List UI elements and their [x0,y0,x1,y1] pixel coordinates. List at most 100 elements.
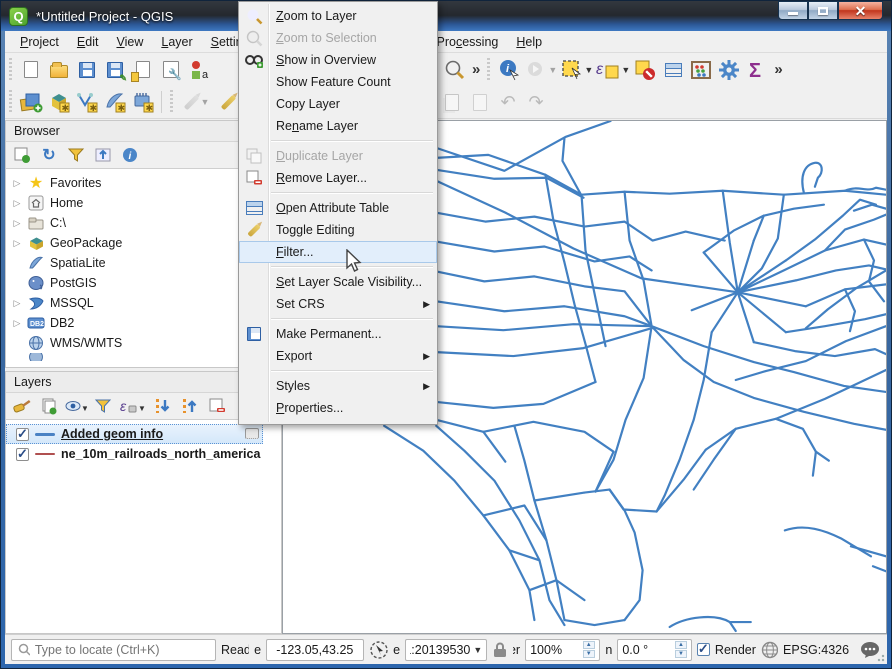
new-geopackage-layer-button[interactable]: ✱ [45,88,73,116]
spin-buttons[interactable]: ▲▼ [583,641,595,658]
ctx-toggle-editing[interactable]: Toggle Editing [239,219,437,241]
coordinate-box[interactable]: -123.05,43.25 [266,639,363,661]
ctx-copy-layer[interactable]: Copy Layer [239,93,437,115]
statistical-summary-button[interactable] [687,56,715,84]
close-button[interactable]: ✕ [838,1,883,20]
ctx-rename-layer[interactable]: Rename Layer [239,115,437,137]
filter-legend-button[interactable] [91,395,115,417]
toolbar-grip[interactable] [168,90,176,114]
expander-icon[interactable]: ▷ [12,318,22,329]
layer-row-railroads[interactable]: ne_10m_railroads_north_america [6,444,281,464]
ctx-make-permanent[interactable]: Make Permanent... [239,323,437,345]
ctx-set-crs[interactable]: Set CRS ▶ [239,293,437,315]
new-virtual-layer-button[interactable]: ✱ [129,88,157,116]
rotation-spinbox[interactable]: 0.0 ° ▲▼ [617,639,692,661]
manage-map-themes-button[interactable]: ▼ [64,395,88,417]
expander-icon[interactable]: ▷ [12,238,22,249]
render-checkbox[interactable] [697,643,710,656]
new-shapefile-layer-button[interactable]: ✱ [73,88,101,116]
browser-properties-button[interactable]: i [118,144,142,166]
style-manager-button[interactable]: a [185,56,213,84]
expander-icon[interactable]: ▷ [12,178,22,189]
deselect-all-button[interactable] [631,56,659,84]
layer-indicator-icon[interactable] [245,428,259,439]
new-spatialite-layer-button[interactable]: ✱ [101,88,129,116]
menu-help[interactable]: Help [507,33,551,51]
zoom-out-button[interactable] [441,56,469,84]
toolbar-overflow-icon[interactable]: » [469,61,483,78]
current-edits-button[interactable]: ▼ [178,88,214,116]
menu-view[interactable]: View [107,33,152,51]
layer-visibility-checkbox[interactable] [16,428,29,441]
refresh-button[interactable]: ↻ [37,144,61,166]
ctx-filter[interactable]: Filter... [239,241,437,263]
open-project-button[interactable] [45,56,73,84]
resize-grip[interactable] [875,652,885,662]
select-features-button[interactable]: ▼ [559,56,595,84]
toolbar-overflow-icon[interactable]: » [771,61,785,78]
toolbar-grip[interactable] [7,58,15,82]
layer-row-added-geom-info[interactable]: Added geom info [6,424,263,444]
add-group-button[interactable] [37,395,61,417]
locator-box[interactable] [11,639,216,661]
collapse-all-button[interactable] [178,395,202,417]
menu-processing[interactable]: Processing [428,33,508,51]
remove-layer-button[interactable] [205,395,229,417]
expander-icon[interactable]: ▷ [12,298,22,309]
ctx-duplicate-layer[interactable]: Duplicate Layer [239,145,437,167]
toolbar-grip[interactable] [485,58,493,82]
run-feature-action-button[interactable]: ▼ [523,56,559,84]
spin-down-icon[interactable]: ▼ [675,650,687,658]
locator-input[interactable] [35,643,209,657]
spin-up-icon[interactable]: ▲ [583,641,595,649]
identify-features-button[interactable]: i [495,56,523,84]
ctx-zoom-to-selection[interactable]: Zoom to Selection [239,27,437,49]
save-project-as-button[interactable]: ✎ [101,56,129,84]
menu-project[interactable]: Project [11,33,68,51]
collapse-tree-button[interactable] [91,144,115,166]
layer-visibility-checkbox[interactable] [16,448,29,461]
ctx-show-feature-count[interactable]: Show Feature Count [239,71,437,93]
redo-button[interactable]: ↷ [522,88,550,116]
spin-down-icon[interactable]: ▼ [583,650,595,658]
select-by-expression-button[interactable]: ε▼ [595,56,631,84]
minimize-button[interactable] [778,1,808,20]
ctx-properties[interactable]: Properties... [239,397,437,419]
render-toggle[interactable]: Render [697,643,756,657]
expand-all-button[interactable] [151,395,175,417]
extent-tracking-icon[interactable] [369,640,388,660]
ctx-export[interactable]: Export ▶ [239,345,437,367]
spin-up-icon[interactable]: ▲ [675,641,687,649]
filter-by-expression-button[interactable]: ε▼ [118,395,148,417]
show-statistics-button[interactable]: Σ [743,56,771,84]
crs-label[interactable]: EPSG:4326 [783,643,849,657]
open-attribute-table-button[interactable] [659,56,687,84]
open-layer-styling-button[interactable] [10,395,34,417]
expander-icon[interactable]: ▷ [12,218,22,229]
processing-gear-button[interactable] [715,56,743,84]
ctx-set-layer-scale-visibility[interactable]: Set Layer Scale Visibility... [239,271,437,293]
ctx-zoom-to-layer[interactable]: Zoom to Layer [239,5,437,27]
ctx-remove-layer[interactable]: Remove Layer... [239,167,437,189]
ctx-open-attribute-table[interactable]: Open Attribute Table [239,197,437,219]
scale-combobox[interactable]: 1:20139530 ▼ [405,639,487,661]
crs-globe-icon[interactable] [761,641,778,659]
ctx-styles[interactable]: Styles ▶ [239,375,437,397]
toolbar-grip[interactable] [7,90,15,114]
spin-buttons[interactable]: ▲▼ [675,641,687,658]
show-layout-manager-button[interactable]: 🔧 [157,56,185,84]
add-selected-layers-button[interactable] [10,144,34,166]
expander-icon[interactable]: ▷ [12,198,22,209]
new-print-layout-button[interactable] [129,56,157,84]
menu-layer[interactable]: Layer [152,33,201,51]
new-project-button[interactable] [17,56,45,84]
undo-button[interactable]: ↶ [494,88,522,116]
data-source-manager-button[interactable] [17,88,45,116]
copy-features-button[interactable] [438,88,466,116]
save-project-button[interactable] [73,56,101,84]
filter-browser-button[interactable] [64,144,88,166]
ctx-show-in-overview[interactable]: Show in Overview [239,49,437,71]
maximize-button[interactable] [808,1,838,20]
paste-features-button[interactable] [466,88,494,116]
menu-edit[interactable]: Edit [68,33,108,51]
